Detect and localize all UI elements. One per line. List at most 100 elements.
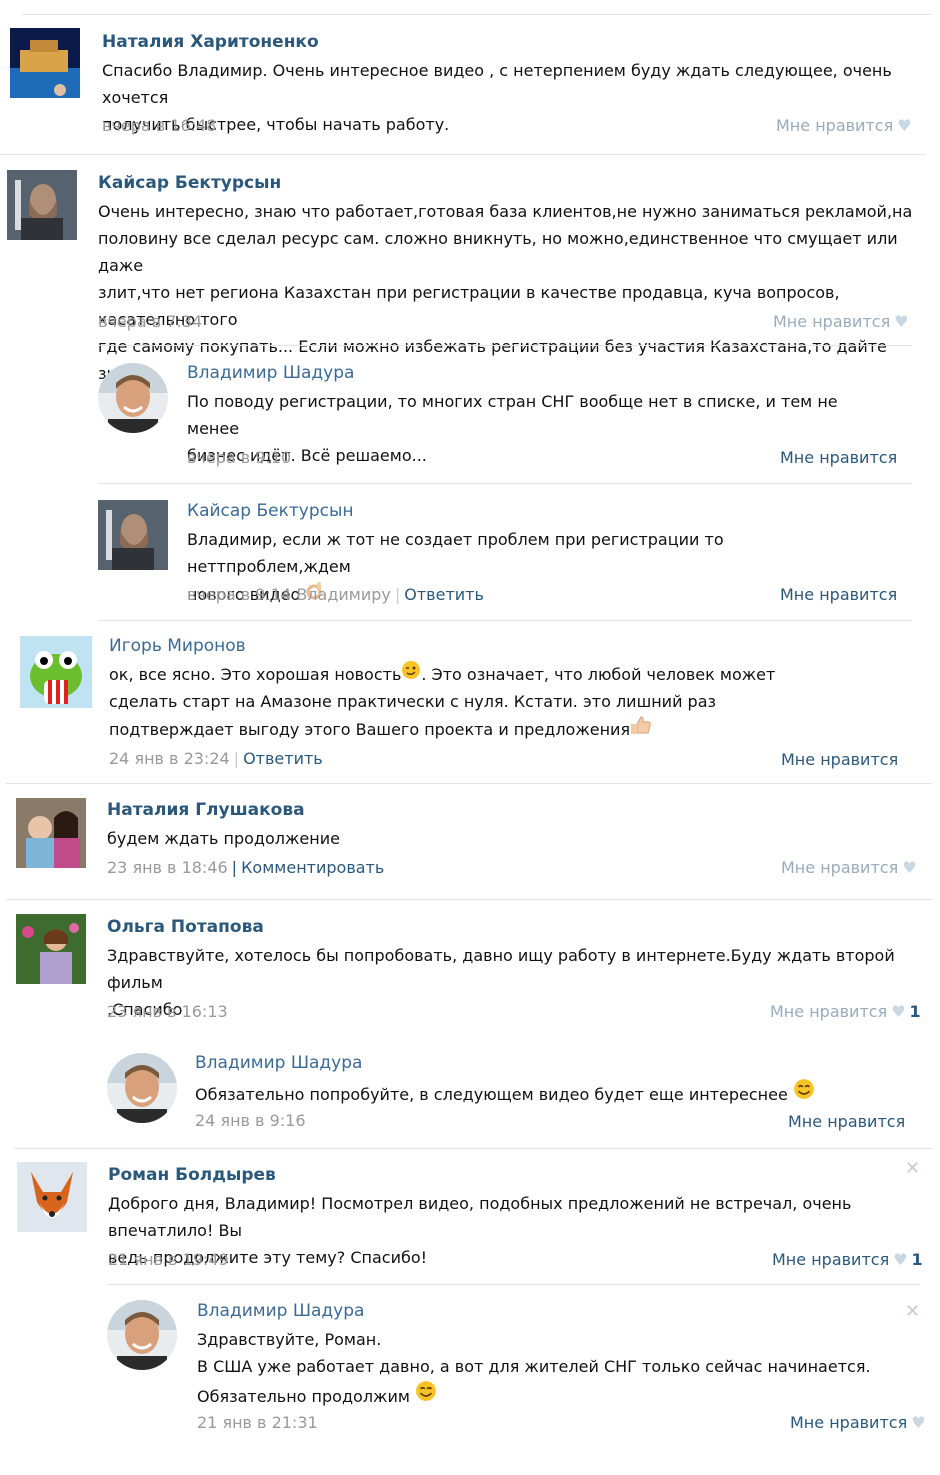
heart-icon: ♥ (902, 858, 917, 877)
divider (6, 783, 932, 784)
heart-icon: ♥ (894, 312, 909, 331)
timestamp[interactable]: 23 янв в 16:13 (107, 1002, 228, 1021)
close-icon[interactable]: ✕ (905, 1301, 920, 1322)
divider (6, 899, 932, 900)
divider (0, 154, 926, 155)
like-count: 1 (911, 1250, 923, 1269)
text-fragment: . Это означает, что любой человек может (421, 665, 776, 684)
timestamp[interactable]: вчера в 16:48 (102, 116, 216, 135)
avatar[interactable] (20, 636, 92, 708)
divider (22, 14, 932, 15)
heart-icon: ♥ (891, 1002, 906, 1021)
like-button[interactable]: Мне нравится (780, 585, 897, 604)
timestamp[interactable]: вчера в 9:14 (187, 585, 291, 604)
text-line: будем ждать продолжение (107, 829, 340, 848)
comment-text: ок, все ясно. Это хорошая новость . Это о… (109, 660, 809, 743)
like-button[interactable]: Мне нравится (781, 750, 898, 769)
avatar[interactable] (7, 170, 77, 240)
author-name[interactable]: Роман Болдырев (108, 1165, 276, 1185)
like-button[interactable]: Мне нравится ♥ (773, 312, 909, 331)
reply-link[interactable]: Ответить (404, 585, 484, 604)
author-name[interactable]: Кайсар Бектурсын (98, 173, 281, 193)
heart-icon: ♥ (897, 116, 912, 135)
author-name[interactable]: Наталия Харитоненко (102, 32, 319, 52)
avatar[interactable] (98, 500, 168, 570)
author-name[interactable]: Владимир Шадура (195, 1053, 362, 1073)
text-line: По поводу регистрации, то многих стран С… (187, 392, 838, 438)
text-fragment: ок, все ясно. Это хорошая новость (109, 665, 402, 684)
comment-meta: вчера в 9:10 (187, 448, 291, 467)
timestamp[interactable]: 21 янв в 19:49 (108, 1250, 229, 1269)
comment-text: будем ждать продолжение (107, 825, 807, 852)
avatar[interactable] (107, 1300, 177, 1370)
like-label: Мне нравится (780, 585, 898, 604)
like-button[interactable]: Мне нравится ♥ 1 (772, 1250, 923, 1269)
comment-meta: 21 янв в 21:31 (197, 1413, 318, 1432)
avatar[interactable] (16, 798, 86, 868)
avatar-image (16, 914, 86, 984)
like-label: Мне нравится (780, 448, 898, 467)
divider (98, 483, 912, 484)
author-name[interactable]: Игорь Миронов (109, 636, 246, 656)
like-button[interactable]: Мне нравится ♥ (776, 116, 912, 135)
author-name[interactable]: Владимир Шадура (187, 363, 354, 383)
timestamp[interactable]: вчера в 9:10 (187, 448, 291, 467)
author-name[interactable]: Владимир Шадура (197, 1301, 364, 1321)
like-count: 1 (909, 1002, 921, 1021)
comment-meta: вчера в 9:14 Владимиру | Ответить (187, 585, 484, 604)
text-line: Здравствуйте, хотелось бы попробовать, д… (107, 946, 895, 992)
like-label: Мне нравится (770, 1002, 888, 1021)
timestamp[interactable]: вчера в 7:34 (98, 312, 202, 331)
avatar-image (107, 1300, 177, 1370)
close-icon[interactable]: ✕ (905, 1158, 920, 1179)
author-name[interactable]: Кайсар Бектурсын (187, 501, 354, 521)
comment-meta: вчера в 7:34 (98, 312, 202, 331)
like-button[interactable]: Мне нравится (788, 1112, 905, 1131)
author-name[interactable]: Ольга Потапова (107, 917, 264, 937)
like-button[interactable]: Мне нравится ♥ (790, 1413, 926, 1432)
heart-icon: ♥ (893, 1250, 908, 1269)
text-fragment: Обязательно попробуйте, в следующем виде… (195, 1085, 788, 1104)
text-line: сделать старт на Амазоне практически с н… (109, 692, 717, 711)
thumbs-up-emoji-icon (630, 715, 652, 743)
timestamp[interactable]: 24 янв в 23:24 (109, 749, 230, 768)
text-fragment: подтверждает выгоду этого Вашего проекта… (109, 720, 631, 739)
avatar-image (98, 363, 168, 433)
reply-to[interactable]: Владимиру (296, 585, 391, 604)
like-label: Мне нравится (790, 1413, 908, 1432)
text-line: В США уже работает давно, а вот для жите… (197, 1357, 871, 1376)
timestamp[interactable]: 24 янв в 9:16 (195, 1111, 306, 1130)
comment-meta: 24 янв в 23:24 | Ответить (109, 749, 323, 768)
comment-text: Здравствуйте, Роман. В США уже работает … (197, 1326, 897, 1410)
avatar[interactable] (98, 363, 168, 433)
avatar[interactable] (16, 914, 86, 984)
like-label: Мне нравится (781, 750, 899, 769)
text-line: Обязательно продолжим (197, 1380, 897, 1410)
avatar[interactable] (10, 28, 80, 98)
smile-emoji-icon (793, 1078, 815, 1108)
like-label: Мне нравится (772, 1250, 890, 1269)
like-button[interactable]: Мне нравится ♥ 1 (770, 1002, 921, 1021)
avatar-image (98, 500, 168, 570)
text-line: Обязательно попробуйте, в следующем виде… (195, 1078, 895, 1108)
timestamp[interactable]: 23 янв в 18:46 (107, 858, 228, 877)
like-button[interactable]: Мне нравится ♥ (781, 858, 917, 877)
author-name[interactable]: Наталия Глушакова (107, 800, 305, 820)
avatar[interactable] (107, 1053, 177, 1123)
avatar-image (107, 1053, 177, 1123)
separator: | (233, 749, 240, 768)
comment-link[interactable]: Комментировать (241, 858, 384, 877)
text-line: ок, все ясно. Это хорошая новость . Это о… (109, 660, 809, 688)
like-button[interactable]: Мне нравится (780, 448, 897, 467)
comment-text: Очень интересно, знаю что работает,готов… (98, 198, 918, 387)
avatar-image (7, 170, 77, 240)
comment-meta: 24 янв в 9:16 (195, 1111, 306, 1130)
avatar[interactable] (17, 1162, 87, 1232)
text-line: половину все сделал ресурс сам. сложно в… (98, 229, 898, 275)
comment-meta: 23 янв в 16:13 (107, 1002, 228, 1021)
divider (98, 620, 912, 621)
reply-link[interactable]: Ответить (243, 749, 323, 768)
avatar-image (16, 798, 86, 868)
timestamp[interactable]: 21 янв в 21:31 (197, 1413, 318, 1432)
comment-meta: вчера в 16:48 (102, 116, 216, 135)
